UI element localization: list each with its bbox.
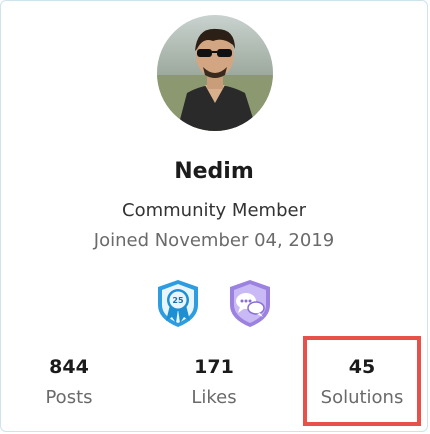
- stat-posts[interactable]: 844 Posts: [19, 355, 119, 409]
- posts-label: Posts: [45, 387, 93, 408]
- stat-likes[interactable]: 171 Likes: [164, 355, 264, 409]
- likes-label: Likes: [191, 387, 237, 408]
- avatar[interactable]: [157, 15, 273, 131]
- solutions-highlight-box: [303, 336, 421, 426]
- user-rank: Community Member: [122, 200, 306, 221]
- chat-bubbles-icon[interactable]: [224, 277, 276, 329]
- joined-date: Joined November 04, 2019: [93, 230, 335, 251]
- user-name[interactable]: Nedim: [1, 159, 427, 184]
- profile-card: Nedim Community Member Joined November 0…: [0, 0, 428, 432]
- likes-count: 171: [194, 356, 234, 378]
- achievement-ribbon-icon[interactable]: 25: [152, 277, 204, 329]
- badge-number: 25: [172, 296, 184, 305]
- posts-count: 844: [49, 356, 89, 378]
- avatar-photo: [157, 15, 273, 131]
- badge-list: 25: [1, 277, 427, 329]
